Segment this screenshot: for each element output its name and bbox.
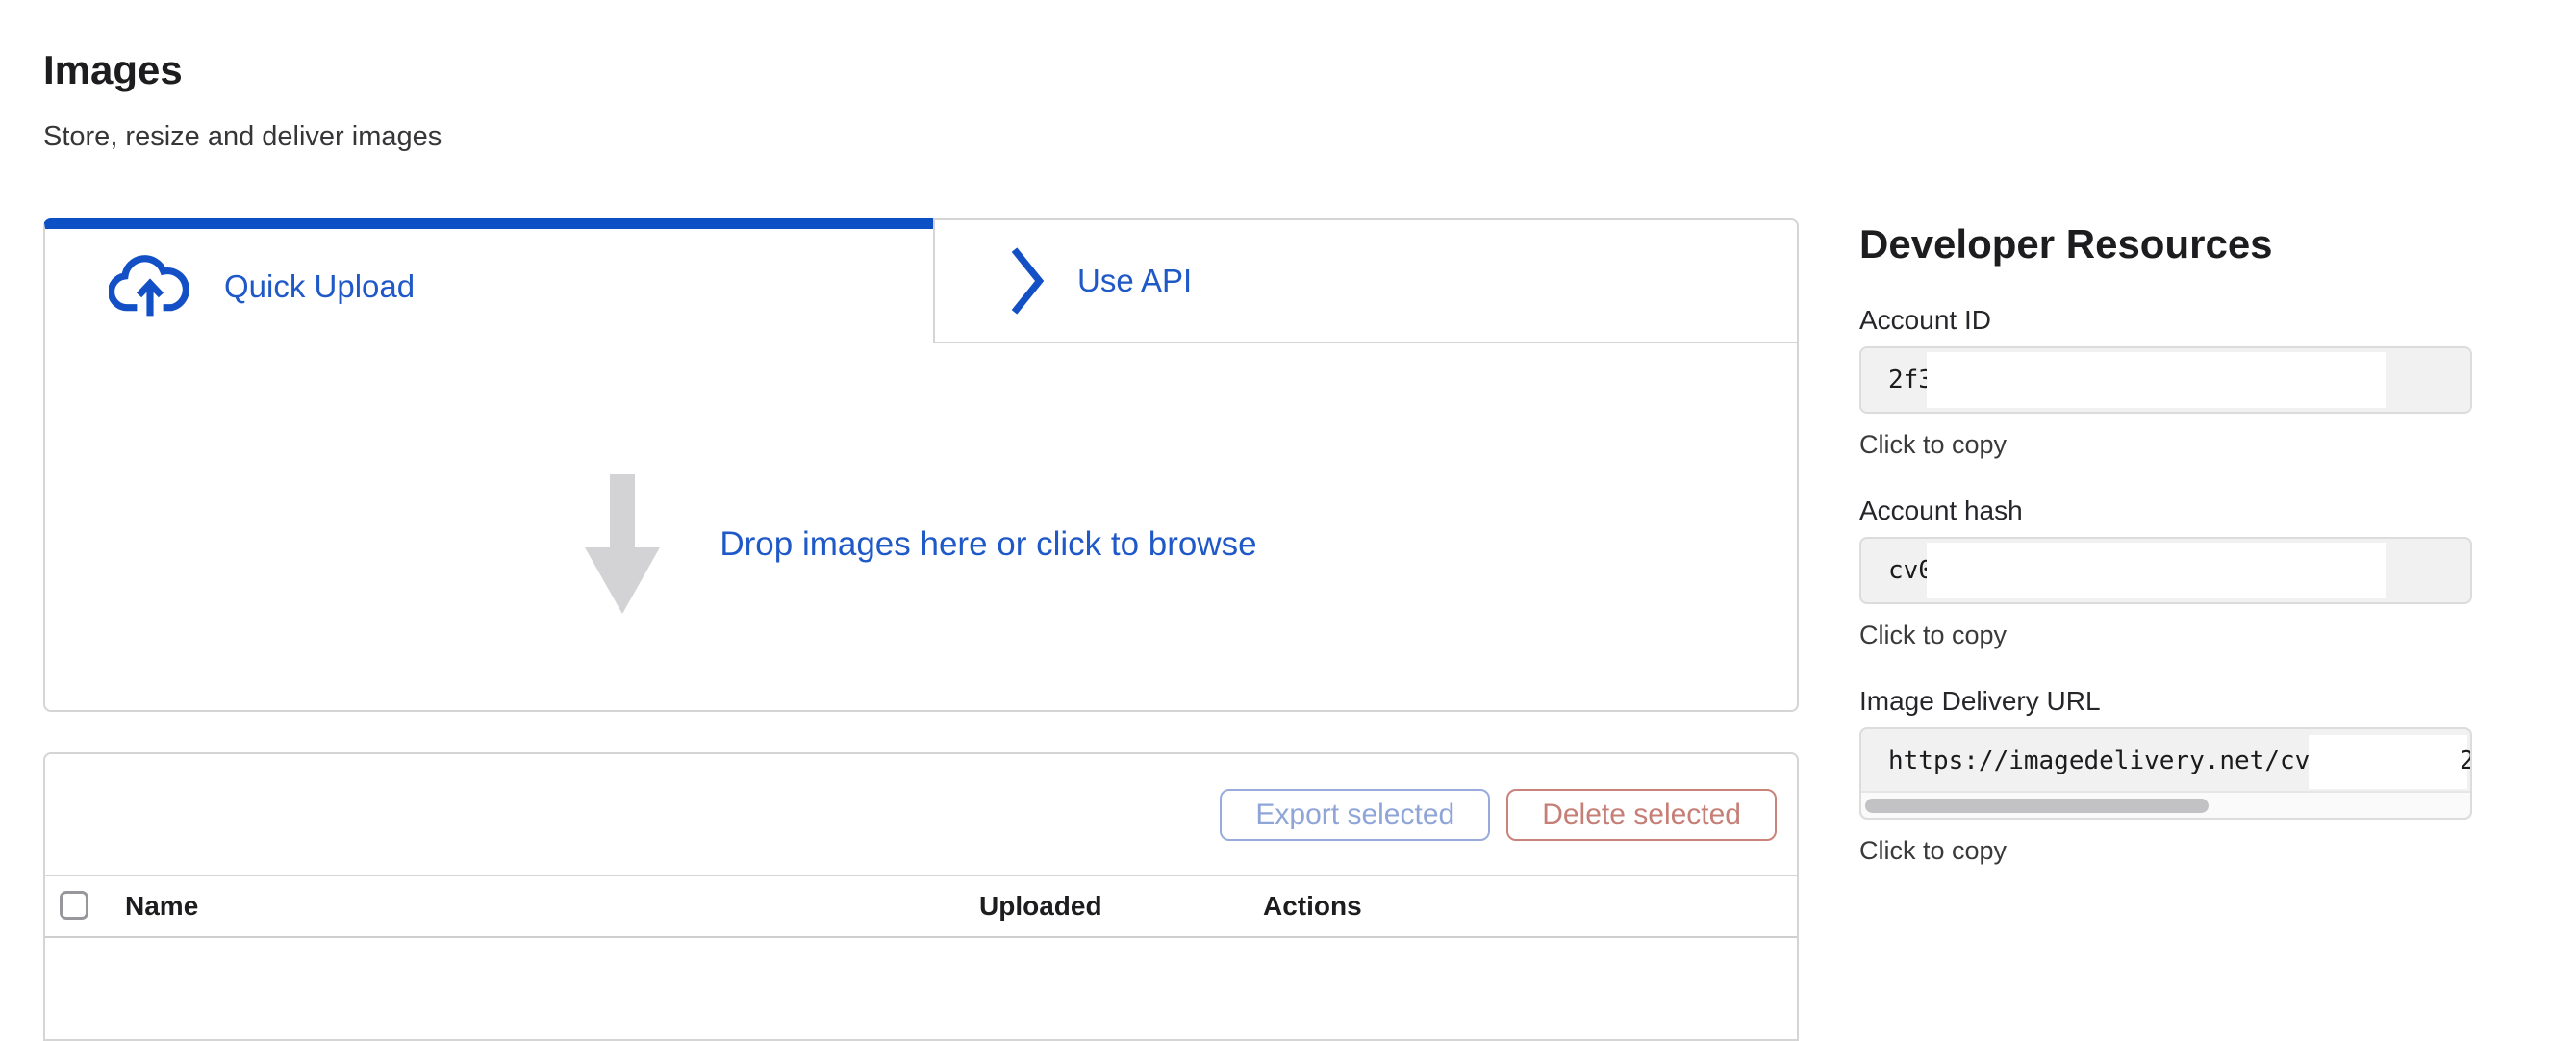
- account-hash-copy-hint: Click to copy: [1859, 620, 2472, 650]
- select-all-checkbox[interactable]: [60, 891, 88, 920]
- image-delivery-url-text-row: https://imagedelivery.net/cv0JSj 2: [1861, 729, 2470, 792]
- account-hash-label: Account hash: [1859, 495, 2472, 527]
- dropzone-label: Drop images here or click to browse: [720, 525, 1256, 564]
- account-id-field[interactable]: 2f3d: [1859, 346, 2472, 414]
- upload-dropzone[interactable]: Drop images here or click to browse: [43, 343, 1799, 712]
- horizontal-scrollbar-track[interactable]: [1861, 791, 2470, 818]
- export-selected-button[interactable]: Export selected: [1220, 789, 1490, 841]
- account-id-copy-hint: Click to copy: [1859, 429, 2472, 460]
- delete-selected-button[interactable]: Delete selected: [1506, 789, 1777, 841]
- down-arrow-icon: [585, 474, 660, 614]
- main-content: Images Store, resize and deliver images …: [43, 0, 1799, 1041]
- column-header-actions: Actions: [1263, 891, 1362, 922]
- image-delivery-url-copy-hint: Click to copy: [1859, 835, 2472, 866]
- developer-resources-panel: Developer Resources Account ID 2f3d Clic…: [1859, 219, 2472, 901]
- image-delivery-url-value: https://imagedelivery.net/cv0JSj: [1888, 747, 2370, 775]
- tab-quick-upload-label: Quick Upload: [224, 268, 415, 305]
- image-delivery-url-field[interactable]: https://imagedelivery.net/cv0JSj 2: [1859, 727, 2472, 820]
- tab-quick-upload[interactable]: Quick Upload: [43, 218, 933, 343]
- column-header-uploaded: Uploaded: [979, 891, 1102, 922]
- account-id-label: Account ID: [1859, 304, 2472, 337]
- page-title: Images: [43, 46, 1799, 94]
- tab-use-api-label: Use API: [1077, 263, 1192, 299]
- image-delivery-url-label: Image Delivery URL: [1859, 685, 2472, 718]
- account-id-redaction-overlay: [1927, 352, 2386, 408]
- image-delivery-url-clipped-character: 2: [2460, 729, 2470, 792]
- upload-tabs: Quick Upload Use API: [43, 218, 1799, 343]
- tab-use-api[interactable]: Use API: [933, 218, 1799, 343]
- account-hash-field[interactable]: cv0J: [1859, 537, 2472, 604]
- horizontal-scrollbar-thumb[interactable]: [1865, 799, 2209, 813]
- account-hash-redaction-overlay: [1927, 543, 2386, 598]
- chevron-right-icon: [1010, 246, 1045, 316]
- developer-resources-title: Developer Resources: [1859, 219, 2472, 269]
- column-header-name: Name: [125, 891, 198, 922]
- table-toolbar: Export selected Delete selected: [45, 754, 1797, 876]
- images-table-panel: Export selected Delete selected Name Upl…: [43, 752, 1799, 1041]
- page-root: { "page": { "title": "Images", "subtitle…: [0, 0, 2576, 954]
- image-delivery-url-redaction-overlay: [2309, 735, 2467, 789]
- page-subtitle: Store, resize and deliver images: [43, 119, 1799, 154]
- table-header-row: Name Uploaded Actions: [45, 876, 1797, 938]
- cloud-upload-icon: [109, 253, 191, 319]
